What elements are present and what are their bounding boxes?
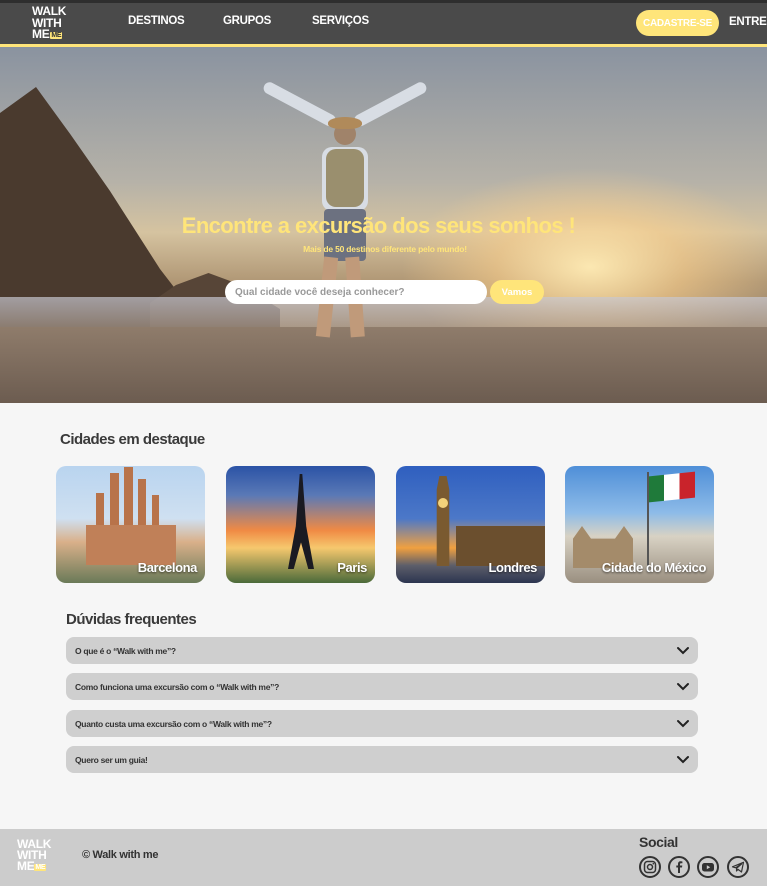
logo-badge: ME (50, 32, 63, 39)
faq-item[interactable]: Como funciona uma excursão com o “Walk w… (66, 673, 698, 700)
featured-cities-title: Cidades em destaque (60, 431, 205, 448)
city-card-paris[interactable]: Paris (226, 466, 375, 583)
city-name-londres: Londres (488, 560, 538, 575)
logo-line-3: ME (32, 27, 50, 41)
faq-item[interactable]: Quanto custa uma excursão com o “Walk wi… (66, 710, 698, 737)
traveler-left-arm (261, 80, 338, 129)
nav-grupos[interactable]: GRUPOS (223, 15, 271, 27)
navbar: WALK WITH ME ME DESTINOS GRUPOS SERVIÇOS … (0, 0, 767, 47)
faq-question: Como funciona uma excursão com o “Walk w… (75, 681, 279, 692)
faq-question: Quero ser um guia! (75, 754, 148, 765)
social-title: Social (639, 834, 678, 850)
footer-logo-badge: ME (34, 864, 47, 871)
traveler-backpack (326, 149, 364, 207)
faq-item[interactable]: O que é o “Walk with me”? (66, 637, 698, 664)
sagrada-body (86, 525, 176, 565)
hero-subtitle: Mais de 50 destinos diferente pelo mundo… (303, 244, 467, 254)
city-name-paris: Paris (337, 560, 367, 575)
faq-title: Dúvidas frequentes (66, 611, 197, 628)
city-card-londres[interactable]: Londres (396, 466, 545, 583)
faq-question: Quanto custa uma excursão com o “Walk wi… (75, 718, 272, 729)
nav-servicos[interactable]: SERVIÇOS (312, 15, 369, 27)
hero-banner: Encontre a excursão dos seus sonhos ! Ma… (0, 47, 767, 403)
logo[interactable]: WALK WITH ME ME (32, 5, 78, 42)
city-search-input[interactable] (225, 280, 487, 304)
instagram-icon[interactable] (639, 856, 661, 878)
search-button[interactable]: Vamos (490, 280, 544, 304)
chevron-down-icon (677, 647, 689, 655)
chevron-down-icon (677, 756, 689, 764)
city-name-mexico: Cidade do México (601, 560, 707, 575)
hero-title: Encontre a excursão dos seus sonhos ! (181, 213, 576, 238)
footer-logo[interactable]: WALK WITH MEME (17, 838, 63, 873)
login-link[interactable]: ENTRE (729, 16, 767, 28)
nav-destinos[interactable]: DESTINOS (128, 15, 185, 27)
chevron-down-icon (677, 720, 689, 728)
chevron-down-icon (677, 683, 689, 691)
faq-item[interactable]: Quero ser um guia! (66, 746, 698, 773)
footer-logo-line-3: ME (17, 859, 35, 873)
eiffel-tower (288, 474, 314, 569)
signup-button[interactable]: CADASTRE-SE (636, 10, 719, 36)
city-name-barcelona: Barcelona (137, 560, 198, 575)
city-card-mexico[interactable]: Cidade do México (565, 466, 714, 583)
traveler-right-arm (352, 80, 429, 129)
facebook-icon[interactable] (668, 856, 690, 878)
youtube-icon[interactable] (697, 856, 719, 878)
traveler-hat (328, 117, 362, 129)
footer: WALK WITH MEME © Walk with me Social (0, 829, 767, 886)
copyright-text: © Walk with me (82, 849, 159, 861)
big-ben-clock (438, 498, 448, 508)
telegram-icon[interactable] (727, 856, 749, 878)
big-ben (436, 476, 450, 566)
mexico-flag (649, 471, 695, 503)
city-card-barcelona[interactable]: Barcelona (56, 466, 205, 583)
faq-question: O que é o “Walk with me”? (75, 645, 176, 656)
navbar-top-border (0, 0, 767, 3)
